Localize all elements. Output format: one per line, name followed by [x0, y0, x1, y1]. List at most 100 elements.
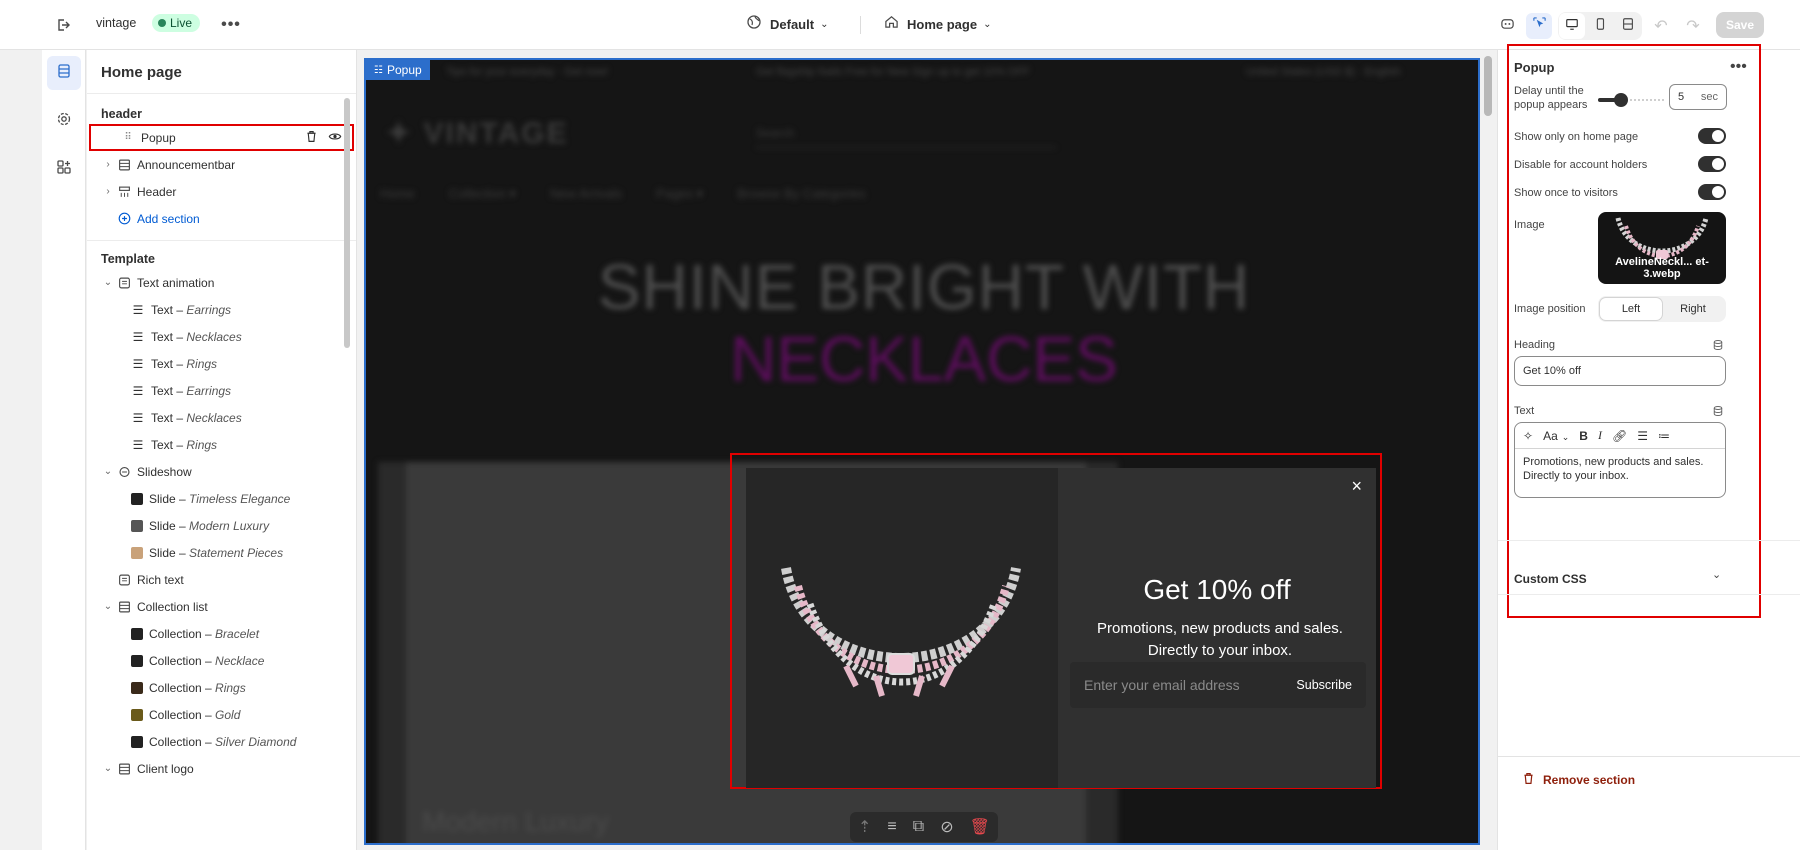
- block-row-label: Collection – Bracelet: [149, 626, 260, 641]
- exit-button[interactable]: [50, 12, 76, 38]
- hide-button[interactable]: ⊘: [940, 817, 953, 837]
- hero-heading-line2: NECKLACES: [730, 323, 1118, 395]
- section-row-text-animation[interactable]: ⌄ Text animation: [87, 269, 356, 296]
- delay-slider-handle[interactable]: [1614, 93, 1629, 107]
- chevron-down-icon[interactable]: ⌄: [1712, 568, 1721, 581]
- live-dot-icon: [158, 19, 166, 27]
- heading-input[interactable]: Get 10% off: [1514, 356, 1726, 386]
- save-button[interactable]: Save: [1716, 12, 1765, 38]
- redo-button[interactable]: ↷: [1680, 13, 1706, 39]
- show-only-home-toggle[interactable]: [1698, 128, 1726, 144]
- block-row-text[interactable]: ☰ Text – Necklaces: [87, 404, 356, 431]
- section-row-header[interactable]: › Header: [87, 178, 356, 205]
- text-section-icon: [115, 573, 133, 587]
- numbered-list-button[interactable]: ≔: [1658, 429, 1670, 443]
- announcement-center-text: Get flagship Nails Free for New Sign up …: [756, 66, 1030, 78]
- remove-section-button[interactable]: Remove section: [1522, 772, 1635, 788]
- store-search: Search: [756, 120, 1056, 148]
- block-row-text[interactable]: ☰ Text – Earrings: [87, 377, 356, 404]
- apps-tab[interactable]: [47, 152, 81, 186]
- block-row-collection[interactable]: Collection – Necklace: [87, 647, 356, 674]
- block-row-slide[interactable]: Slide – Timeless Elegance: [87, 485, 356, 512]
- panel-title: Home page: [87, 50, 356, 94]
- move-down-button[interactable]: ≡: [887, 818, 896, 836]
- block-row-label: Text – Rings: [151, 437, 218, 452]
- block-row-collection[interactable]: Collection – Gold: [87, 701, 356, 728]
- chevron-right-icon: ›: [106, 159, 110, 170]
- eye-icon: [328, 132, 342, 146]
- block-row-slide[interactable]: Slide – Modern Luxury: [87, 512, 356, 539]
- undo-button[interactable]: ↶: [1648, 13, 1674, 39]
- ai-sparkle-button[interactable]: ✧: [1523, 429, 1533, 443]
- selected-section-tag[interactable]: ☷ Popup: [366, 60, 430, 80]
- settings-more-button[interactable]: •••: [1730, 58, 1747, 76]
- section-row-client-logo[interactable]: ⌄ Client logo: [87, 755, 356, 782]
- delay-slider[interactable]: [1598, 93, 1664, 107]
- settings-footer-divider: [1498, 756, 1800, 757]
- chevron-down-icon: ⌄: [103, 763, 113, 774]
- necklace-image: [781, 567, 1021, 697]
- disable-account-holders-toggle[interactable]: [1698, 156, 1726, 172]
- popup-subscribe-button[interactable]: Subscribe: [1296, 678, 1352, 692]
- italic-button[interactable]: I: [1598, 428, 1602, 443]
- section-row-collection-list[interactable]: ⌄ Collection list: [87, 593, 356, 620]
- dynamic-source-icon[interactable]: [1712, 338, 1724, 350]
- block-row-collection[interactable]: Collection – Silver Diamond: [87, 728, 356, 755]
- popup-close-button[interactable]: ×: [1351, 476, 1362, 497]
- section-row-popup[interactable]: ⠿ Popup: [89, 124, 354, 151]
- store-name: vintage: [96, 16, 137, 30]
- image-position-left[interactable]: Left: [1600, 298, 1662, 320]
- desktop-view-button[interactable]: [1559, 13, 1585, 39]
- theme-selector[interactable]: Default ⌄: [746, 14, 828, 35]
- mobile-view-button[interactable]: [1587, 13, 1613, 39]
- popup-email-input[interactable]: Enter your email address: [1084, 677, 1240, 693]
- popup-heading: Get 10% off: [1143, 574, 1291, 605]
- move-up-button[interactable]: ⇡: [858, 817, 871, 837]
- inspector-button[interactable]: [1526, 13, 1552, 39]
- sections-tab[interactable]: [46, 56, 81, 90]
- text-lines-icon: ☰: [132, 329, 144, 344]
- store-preview[interactable]: ☷ Popup Tips for your everyday · Get now…: [364, 58, 1480, 845]
- section-row-rich-text[interactable]: Rich text: [87, 566, 356, 593]
- dynamic-source-icon[interactable]: [1712, 404, 1724, 416]
- block-row-collection[interactable]: Collection – Bracelet: [87, 620, 356, 647]
- template-group-label: Template: [101, 252, 155, 266]
- section-icon: [115, 158, 133, 172]
- block-row-text[interactable]: ☰ Text – Earrings: [87, 296, 356, 323]
- preview-scrollbar[interactable]: [1484, 56, 1492, 116]
- section-row-announcementbar[interactable]: › Announcementbar: [87, 151, 356, 178]
- font-style-button[interactable]: Aa ⌄: [1543, 429, 1569, 443]
- delay-value: 5: [1678, 91, 1685, 103]
- app-embed-button[interactable]: [1494, 13, 1520, 39]
- block-row-text[interactable]: ☰ Text – Necklaces: [87, 323, 356, 350]
- block-row-text[interactable]: ☰ Text – Rings: [87, 431, 356, 458]
- image-position-right[interactable]: Right: [1662, 298, 1724, 320]
- more-actions-button[interactable]: •••: [218, 12, 244, 38]
- chevron-down-icon: ⌄: [103, 277, 113, 288]
- section-row-slideshow[interactable]: ⌄ Slideshow: [87, 458, 356, 485]
- duplicate-button[interactable]: ⧉: [913, 818, 924, 836]
- link-button[interactable]: 🔗︎: [1612, 429, 1627, 443]
- page-selector[interactable]: Home page ⌄: [884, 14, 991, 34]
- block-row-label: Slide – Timeless Elegance: [149, 491, 291, 506]
- show-once-toggle[interactable]: [1698, 184, 1726, 200]
- theme-settings-tab[interactable]: [47, 104, 81, 138]
- bold-button[interactable]: B: [1579, 429, 1588, 443]
- sections-scrollbar[interactable]: [344, 98, 350, 348]
- visibility-button[interactable]: [328, 130, 342, 146]
- add-section-button[interactable]: Add section: [87, 205, 356, 232]
- image-picker[interactable]: AvelineNeckl... et-3.webp: [1598, 212, 1726, 284]
- delay-input[interactable]: 5 sec: [1669, 84, 1727, 110]
- delete-block-button[interactable]: 🗑: [970, 817, 990, 837]
- block-row-collection[interactable]: Collection – Rings: [87, 674, 356, 701]
- delete-button[interactable]: [305, 130, 318, 146]
- move-icon: ⇡: [858, 819, 872, 836]
- block-row-slide[interactable]: Slide – Statement Pieces: [87, 539, 356, 566]
- text-richtext-content[interactable]: Promotions, new products and sales. Dire…: [1515, 449, 1725, 489]
- fullwidth-view-button[interactable]: [1615, 13, 1641, 39]
- custom-css-label[interactable]: Custom CSS: [1514, 572, 1587, 586]
- robot-icon: [1500, 16, 1515, 36]
- bullet-list-button[interactable]: ☰: [1637, 429, 1648, 443]
- block-row-text[interactable]: ☰ Text – Rings: [87, 350, 356, 377]
- slide-caption: Modern Luxury: [422, 806, 609, 837]
